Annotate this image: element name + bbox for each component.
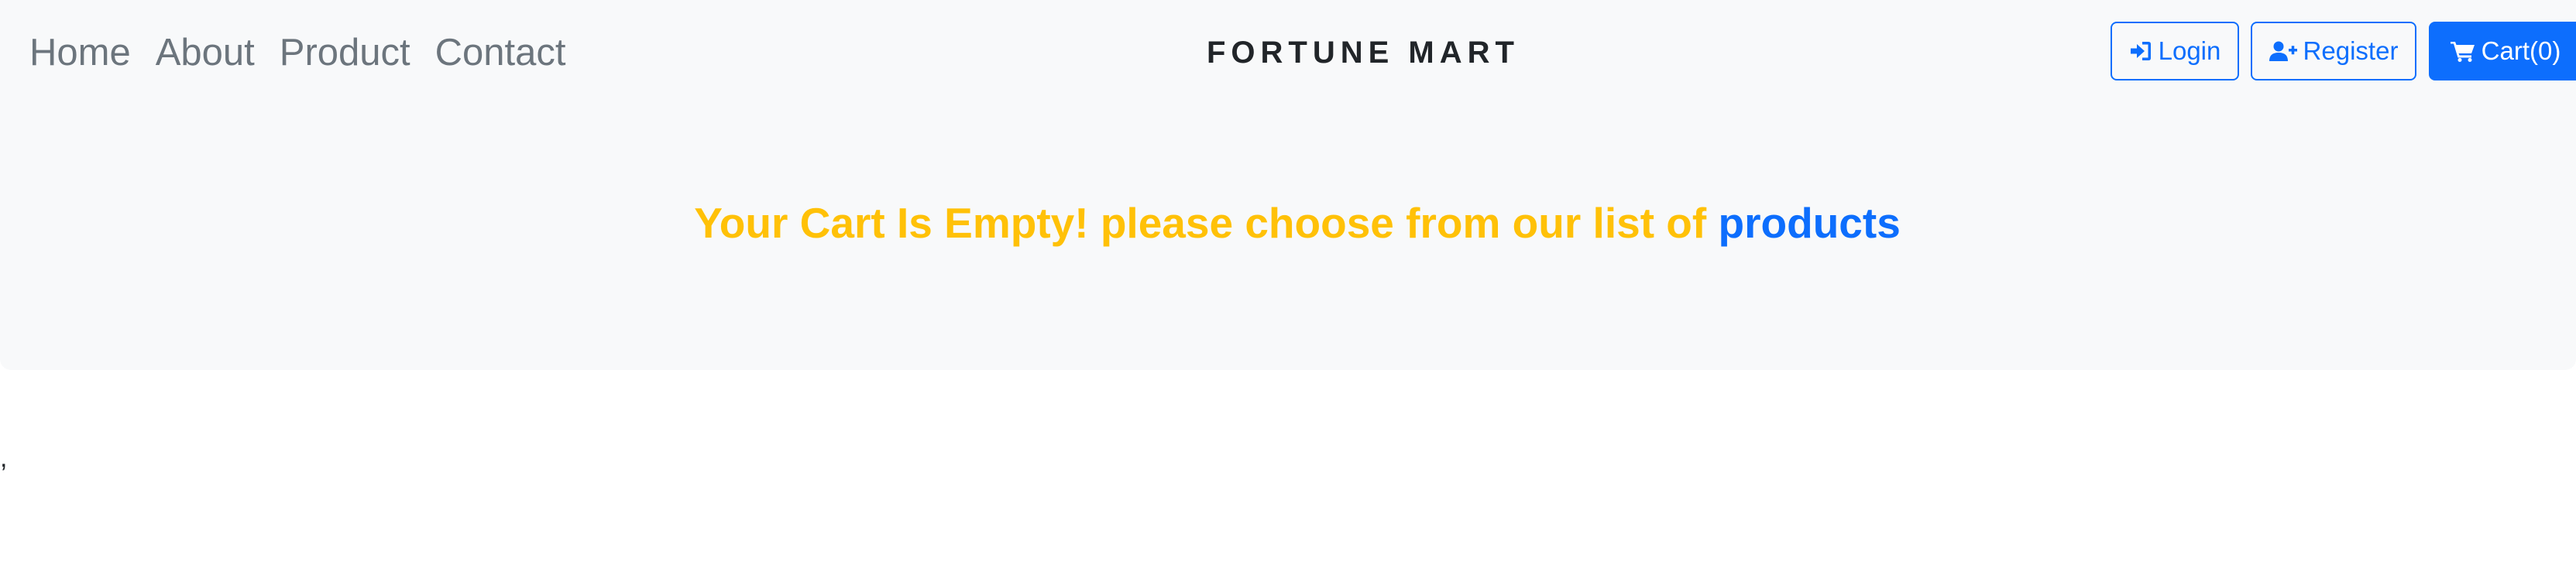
empty-cart-text: Your Cart Is Empty! please choose from o… bbox=[694, 199, 1707, 247]
products-link[interactable]: products bbox=[1719, 199, 1901, 247]
brand-logo[interactable]: FORTUNE MART bbox=[1207, 29, 1520, 76]
cart-icon bbox=[2450, 42, 2475, 62]
nav-link-about[interactable]: About bbox=[156, 23, 255, 82]
main-nav: Home About Product Contact bbox=[29, 23, 591, 82]
empty-cart-message: Your Cart Is Empty! please choose from o… bbox=[0, 192, 2576, 254]
stray-comma: , bbox=[0, 443, 8, 473]
register-label: Register bbox=[2303, 36, 2399, 65]
sign-in-icon bbox=[2130, 42, 2151, 60]
cart-label: Cart(0) bbox=[2481, 36, 2561, 65]
nav-link-contact[interactable]: Contact bbox=[435, 23, 566, 82]
login-button[interactable]: Login bbox=[2111, 22, 2239, 80]
register-button[interactable]: Register bbox=[2251, 22, 2416, 80]
cart-button[interactable]: Cart(0) bbox=[2429, 22, 2576, 80]
nav-link-home[interactable]: Home bbox=[29, 23, 131, 82]
login-label: Login bbox=[2158, 36, 2221, 65]
navbar-panel: Home About Product Contact FORTUNE MART … bbox=[0, 0, 2576, 370]
user-plus-icon bbox=[2269, 41, 2297, 61]
nav-link-product[interactable]: Product bbox=[280, 23, 410, 82]
